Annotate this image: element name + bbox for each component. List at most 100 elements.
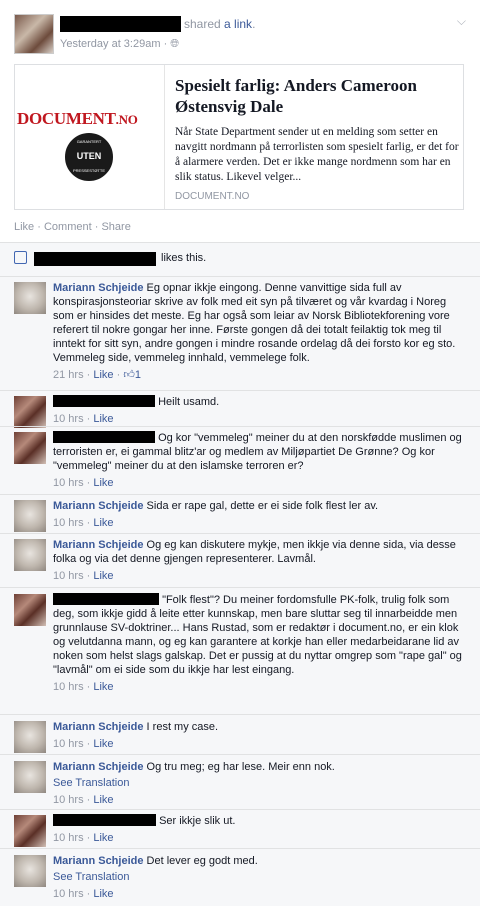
press-seal: GARANTERT UTEN PRESSESTØTTE xyxy=(65,133,113,181)
divider xyxy=(0,390,480,391)
commenter-avatar[interactable] xyxy=(14,396,46,428)
document-logo: DOCUMENT.NO xyxy=(17,109,138,129)
action-separator: · xyxy=(94,221,99,233)
commenter-avatar[interactable] xyxy=(14,721,46,753)
card-body: Spesielt farlig: Anders Cameroon Østensv… xyxy=(175,75,461,202)
comment-like-count[interactable]: 1 xyxy=(135,369,141,381)
seal-bottom: PRESSESTØTTE xyxy=(72,168,105,173)
comment-text: Sida er rape gal, dette er ei side folk … xyxy=(146,500,379,512)
logo-suffix: .NO xyxy=(115,112,138,127)
divider xyxy=(0,848,480,849)
see-translation-link[interactable]: See Translation xyxy=(53,870,467,884)
post-time-row: Yesterday at 3:29am · 🌐︎ xyxy=(60,38,179,51)
commenter-avatar[interactable] xyxy=(14,282,46,314)
comment-text: Heilt usamd. xyxy=(158,396,220,408)
comment-time[interactable]: 10 hrs xyxy=(53,413,84,425)
redacted-liker-name xyxy=(34,252,156,266)
card-title[interactable]: Spesielt farlig: Anders Cameroon Østensv… xyxy=(175,75,461,117)
redacted-commenter-name xyxy=(53,395,155,407)
comment-meta: 10 hrs · Like xyxy=(53,738,114,750)
comment-time[interactable]: 10 hrs xyxy=(53,738,84,750)
divider xyxy=(0,754,480,755)
comment-like-button[interactable]: Like xyxy=(93,681,113,693)
comment-meta: 10 hrs · Like xyxy=(53,477,114,489)
commenter-avatar[interactable] xyxy=(14,815,46,847)
comment-author[interactable]: Mariann Schjeide xyxy=(53,282,143,294)
shared-text: shared a link. xyxy=(184,17,255,31)
redacted-commenter-name xyxy=(53,814,156,826)
thumbs-up-icon xyxy=(14,251,27,264)
action-separator: · xyxy=(37,221,41,233)
see-translation-link[interactable]: See Translation xyxy=(53,776,467,790)
comment-like-button[interactable]: Like xyxy=(93,517,113,529)
comment-text: Ser ikkje slik ut. xyxy=(159,815,236,827)
comment-time[interactable]: 10 hrs xyxy=(53,681,84,693)
commenter-avatar[interactable] xyxy=(14,539,46,571)
comment-text: Det lever eg godt med. xyxy=(146,855,258,867)
commenter-avatar[interactable] xyxy=(14,761,46,793)
like-button[interactable]: Like xyxy=(14,221,34,233)
commenter-avatar[interactable] xyxy=(14,432,46,464)
comment-like-button[interactable]: Like xyxy=(93,888,113,900)
comment-time[interactable]: 10 hrs xyxy=(53,517,84,529)
link-share-card[interactable]: DOCUMENT.NO GARANTERT UTEN PRESSESTØTTE … xyxy=(14,64,464,210)
post-actions: Like · Comment · Share xyxy=(14,221,131,233)
thumbs-up-icon: 👍︎ xyxy=(123,369,135,381)
card-domain: DOCUMENT.NO xyxy=(175,191,250,202)
share-button[interactable]: Share xyxy=(101,221,130,233)
comment-meta: 10 hrs · Like xyxy=(53,794,114,806)
comment-text: Eg opnar ikkje eingong. Denne vanvittige… xyxy=(53,282,456,364)
comment-like-button[interactable]: Like xyxy=(93,369,113,381)
comment-like-button[interactable]: Like xyxy=(93,477,113,489)
comment-time[interactable]: 10 hrs xyxy=(53,477,84,489)
comment-time[interactable]: 21 hrs xyxy=(53,369,84,381)
comment-like-button[interactable]: Like xyxy=(93,832,113,844)
redacted-poster-name xyxy=(60,16,181,32)
redacted-commenter-name xyxy=(53,593,159,605)
comment-meta: 10 hrs · Like xyxy=(53,681,114,693)
commenter-avatar[interactable] xyxy=(14,855,46,887)
comment-meta: 10 hrs · Like xyxy=(53,888,114,900)
shared-suffix: . xyxy=(252,17,256,31)
commenter-avatar[interactable] xyxy=(14,594,46,626)
poster-avatar[interactable] xyxy=(14,14,54,54)
shared-link[interactable]: a link xyxy=(224,17,252,31)
divider xyxy=(0,714,480,715)
comment-meta: 10 hrs · Like xyxy=(53,517,114,529)
comment-time[interactable]: 10 hrs xyxy=(53,888,84,900)
comment-author[interactable]: Mariann Schjeide xyxy=(53,539,143,551)
comment-author[interactable]: Mariann Schjeide xyxy=(53,721,143,733)
divider xyxy=(0,426,480,427)
comment-meta: 21 hrs · Like · 👍︎1 xyxy=(53,369,141,381)
post-separator: · xyxy=(163,38,168,50)
comment-time[interactable]: 10 hrs xyxy=(53,794,84,806)
card-logo[interactable]: DOCUMENT.NO GARANTERT UTEN PRESSESTØTTE xyxy=(15,65,165,209)
seal-main: UTEN xyxy=(76,151,102,161)
comment-time[interactable]: 10 hrs xyxy=(53,832,84,844)
logo-main: DOCUMENT xyxy=(17,109,116,128)
divider xyxy=(0,276,480,277)
comment-button[interactable]: Comment xyxy=(44,221,92,233)
divider xyxy=(0,587,480,588)
comment-text: "Folk flest"? Du meiner fordomsfulle PK-… xyxy=(53,594,462,676)
divider xyxy=(0,809,480,810)
card-description: Når State Department sender ut en meldin… xyxy=(175,126,459,183)
comment-author[interactable]: Mariann Schjeide xyxy=(53,855,143,867)
comment-author[interactable]: Mariann Schjeide xyxy=(53,761,143,773)
comment-meta: 10 hrs · Like xyxy=(53,832,114,844)
commenter-avatar[interactable] xyxy=(14,500,46,532)
chevron-down-icon[interactable]: ⌵ xyxy=(457,14,466,29)
globe-icon[interactable]: 🌐︎ xyxy=(170,38,179,50)
comment-like-button[interactable]: Like xyxy=(93,413,113,425)
post-time[interactable]: Yesterday at 3:29am xyxy=(60,38,161,50)
comment-like-button[interactable]: Like xyxy=(93,570,113,582)
comment-like-button[interactable]: Like xyxy=(93,794,113,806)
comment-meta: 10 hrs · Like xyxy=(53,570,114,582)
comment-meta: 10 hrs · Like xyxy=(53,413,114,425)
divider xyxy=(0,494,480,495)
likes-text: likes this. xyxy=(161,252,207,264)
comment-time[interactable]: 10 hrs xyxy=(53,570,84,582)
redacted-commenter-name xyxy=(53,431,155,443)
comment-like-button[interactable]: Like xyxy=(93,738,113,750)
comment-author[interactable]: Mariann Schjeide xyxy=(53,500,143,512)
